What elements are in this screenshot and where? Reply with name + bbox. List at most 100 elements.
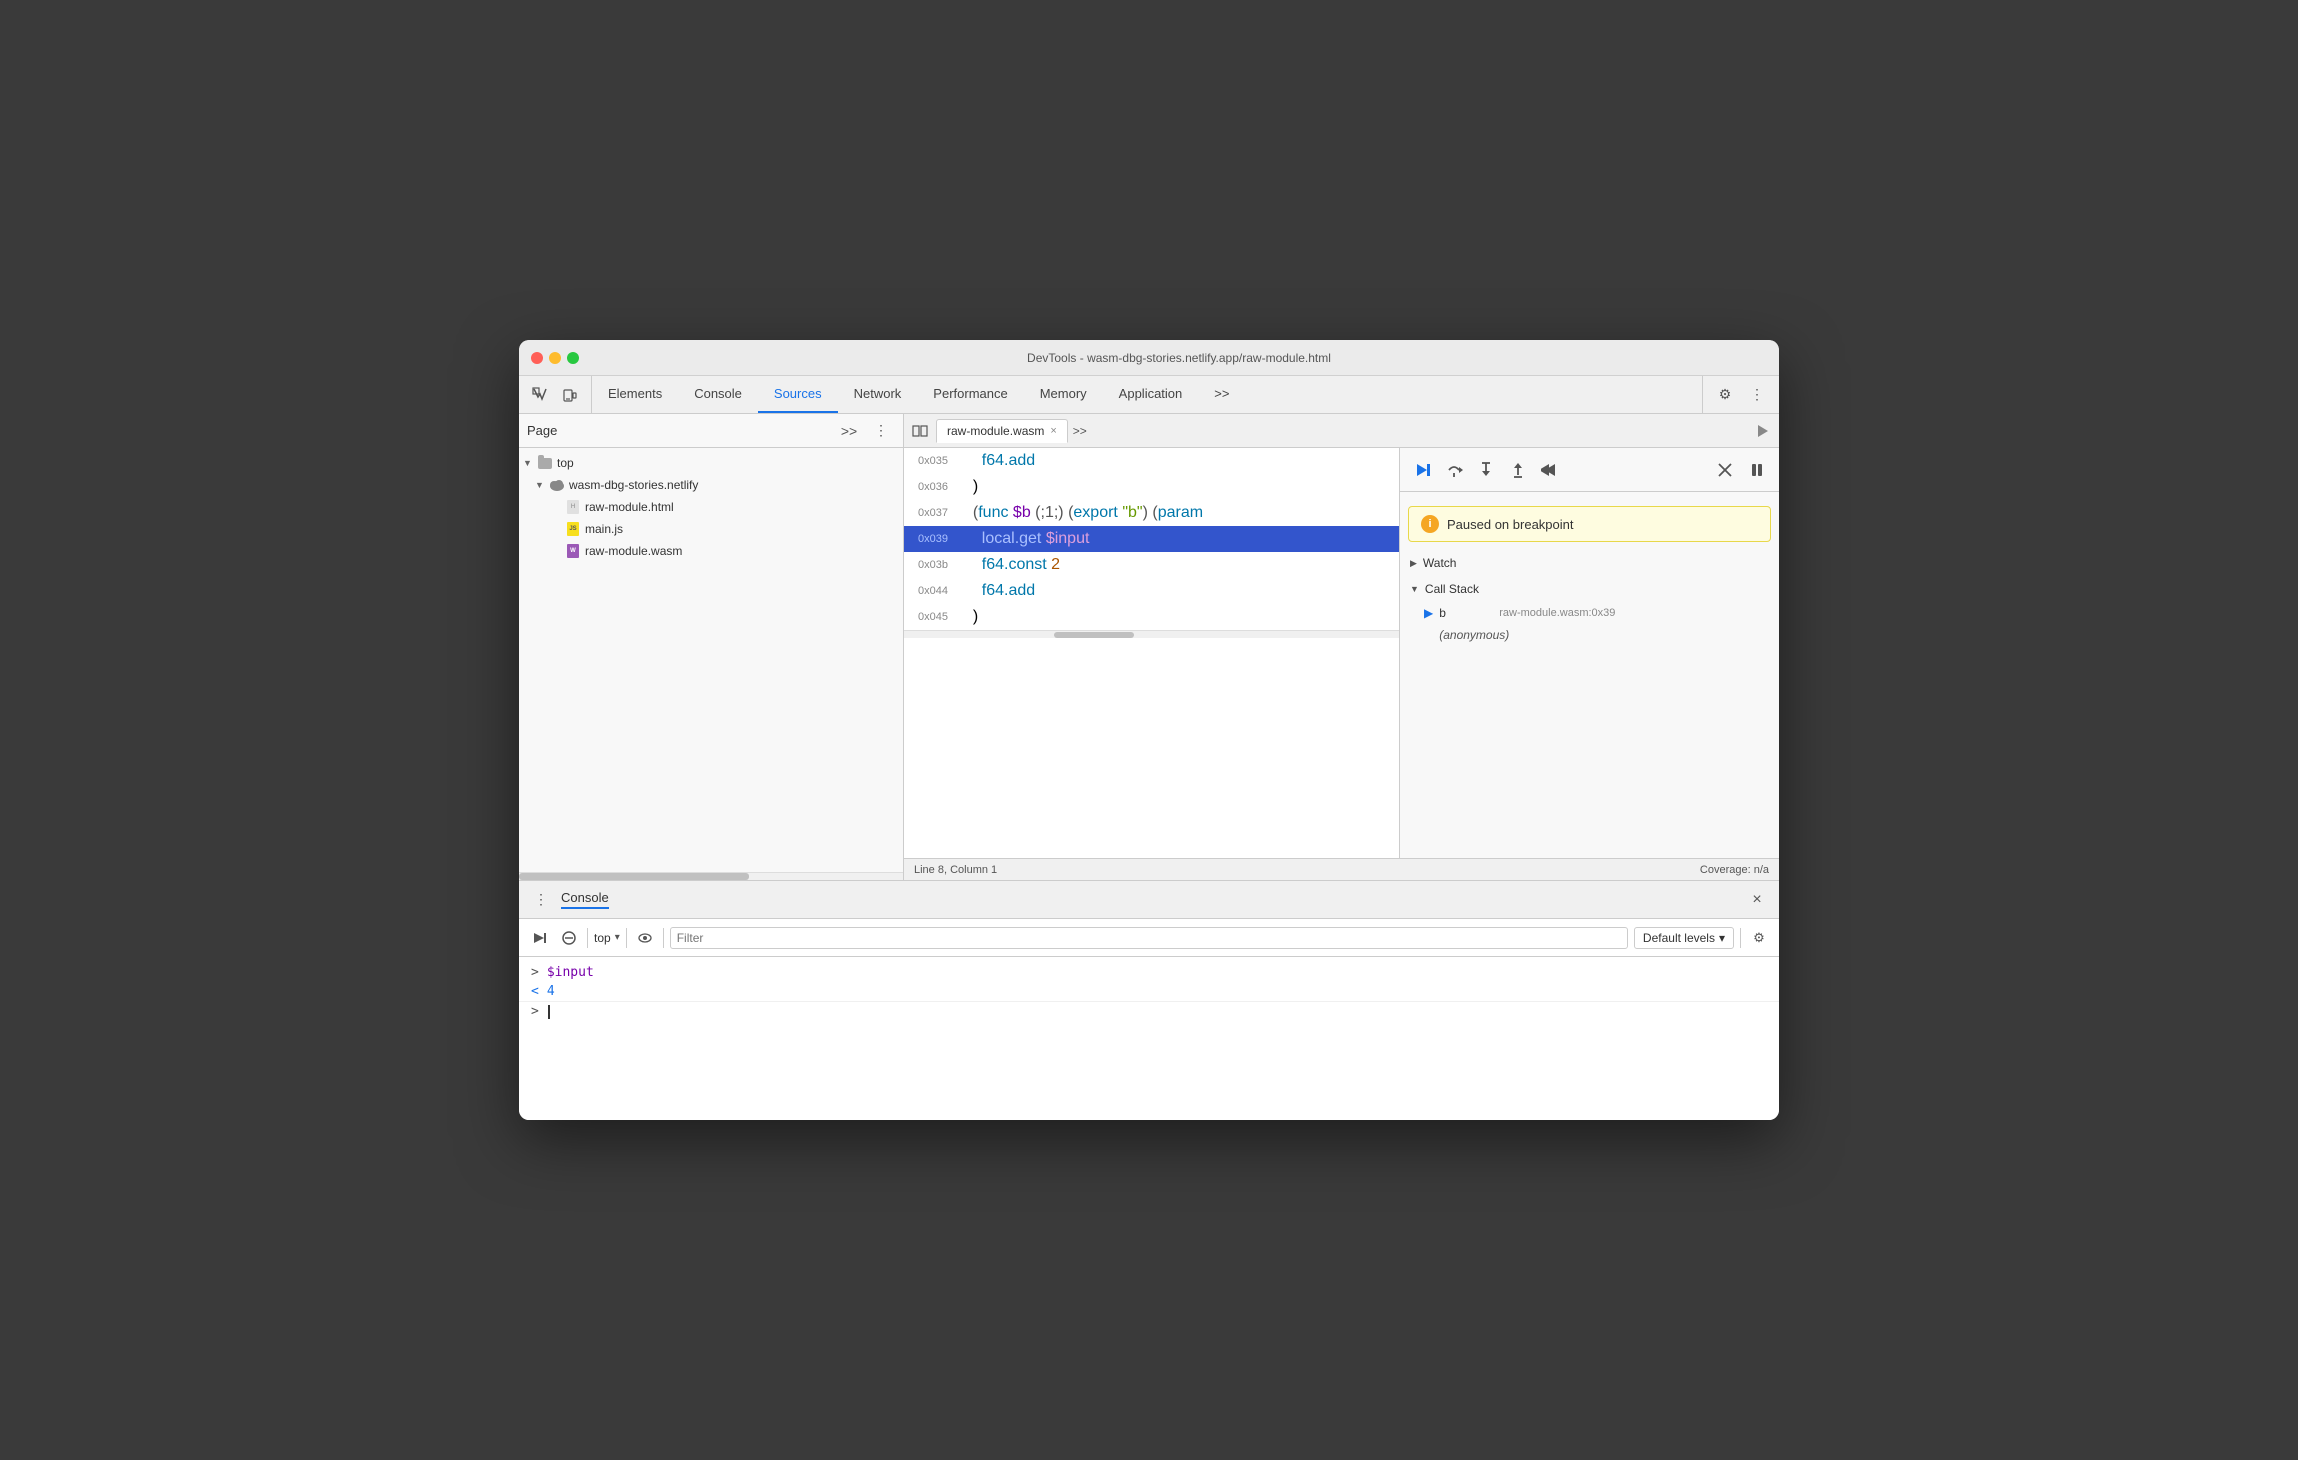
callstack-item-b[interactable]: ▶ b raw-module.wasm:0x39 — [1400, 602, 1779, 624]
tab-memory[interactable]: Memory — [1024, 376, 1103, 413]
console-eye-icon[interactable] — [633, 926, 657, 950]
step-back-button[interactable] — [1536, 456, 1564, 484]
watch-label: Watch — [1423, 556, 1457, 570]
debugger-toolbar — [1400, 448, 1779, 492]
sources-sidebar: Page >> ⋮ ▼ top — [519, 414, 904, 880]
editor-tab-close[interactable]: × — [1050, 425, 1056, 437]
traffic-lights — [531, 352, 579, 364]
console-prompt-right-1: > — [531, 965, 539, 980]
console-menu-icon[interactable]: ⋮ — [529, 888, 553, 912]
tab-sources[interactable]: Sources — [758, 376, 838, 413]
editor-scroll-thumb — [1054, 632, 1134, 638]
file-wasm-icon: W — [565, 543, 581, 559]
console-text-input: $input — [547, 965, 594, 980]
deactivate-breakpoints-button[interactable] — [1711, 456, 1739, 484]
editor-scrollbar-h[interactable] — [904, 630, 1399, 638]
cloud-icon — [549, 477, 565, 493]
console-separator-3 — [663, 928, 664, 948]
console-title: Console — [561, 890, 609, 909]
tab-console[interactable]: Console — [678, 376, 758, 413]
editor-tab-more[interactable]: >> — [1068, 419, 1092, 443]
tree-item-wasm[interactable]: ▶ W raw-module.wasm — [519, 540, 903, 562]
tree-label-html: raw-module.html — [585, 500, 674, 514]
tree-item-html[interactable]: ▶ H raw-module.html — [519, 496, 903, 518]
code-line-03b: 0x03b f64.const 2 — [904, 552, 1399, 578]
tree-item-domain[interactable]: ▼ wasm-dbg-stories.netlify — [519, 474, 903, 496]
console-settings-icon[interactable]: ⚙ — [1747, 926, 1771, 950]
code-content-035: f64.add — [956, 448, 1399, 474]
console-result-value: 4 — [547, 984, 555, 999]
sidebar-more-icon[interactable]: >> — [835, 417, 863, 445]
inspect-element-icon[interactable] — [527, 382, 553, 408]
console-content: > $input < 4 > — [519, 957, 1779, 1120]
tab-application[interactable]: Application — [1103, 376, 1199, 413]
code-addr-039: 0x039 — [904, 530, 956, 549]
console-clear-icon[interactable] — [557, 926, 581, 950]
step-out-button[interactable] — [1504, 456, 1532, 484]
tab-elements[interactable]: Elements — [592, 376, 678, 413]
callstack-arrow-icon: ▼ — [1410, 584, 1419, 594]
sidebar-menu-icon[interactable]: ⋮ — [867, 417, 895, 445]
editor-run-icon[interactable] — [1751, 419, 1775, 443]
more-options-icon[interactable]: ⋮ — [1743, 381, 1771, 409]
tab-network[interactable]: Network — [838, 376, 918, 413]
console-line-result: < 4 — [519, 982, 1779, 1001]
step-over-button[interactable] — [1440, 456, 1468, 484]
pause-exceptions-button[interactable] — [1743, 456, 1771, 484]
console-separator-2 — [626, 928, 627, 948]
editor-area: raw-module.wasm × >> — [904, 414, 1779, 880]
code-addr-03b: 0x03b — [904, 556, 956, 575]
callstack-section-header[interactable]: ▼ Call Stack — [1400, 576, 1779, 602]
code-content-044: f64.add — [956, 578, 1399, 604]
debugger-content: i Paused on breakpoint ▶ Watch — [1400, 492, 1779, 858]
console-levels-chevron: ▾ — [1719, 931, 1725, 945]
callstack-label: Call Stack — [1425, 582, 1479, 596]
tab-more[interactable]: >> — [1198, 376, 1245, 413]
settings-icon[interactable]: ⚙ — [1711, 381, 1739, 409]
tree-item-top[interactable]: ▼ top — [519, 452, 903, 474]
console-prompt-right-2: > — [531, 1004, 539, 1019]
sidebar-header-actions: >> ⋮ — [835, 417, 895, 445]
tab-performance[interactable]: Performance — [917, 376, 1023, 413]
step-into-button[interactable] — [1472, 456, 1500, 484]
tab-bar-left-actions — [519, 376, 592, 413]
devtools-window: DevTools - wasm-dbg-stories.netlify.app/… — [519, 340, 1779, 1120]
tree-label-wasm: raw-module.wasm — [585, 544, 682, 558]
console-filter-input[interactable] — [670, 927, 1628, 949]
console-context: top ▾ — [594, 931, 620, 945]
console-input-line[interactable]: > — [519, 1001, 1779, 1021]
notice-info-icon: i — [1421, 515, 1439, 533]
console-close-icon[interactable]: × — [1745, 888, 1769, 912]
code-line-044: 0x044 f64.add — [904, 578, 1399, 604]
console-run-icon[interactable] — [527, 926, 551, 950]
window-title: DevTools - wasm-dbg-stories.netlify.app/… — [591, 351, 1767, 365]
code-line-036: 0x036 ) — [904, 474, 1399, 500]
console-header: ⋮ Console × — [519, 881, 1779, 919]
code-addr-037: 0x037 — [904, 504, 956, 523]
minimize-button[interactable] — [549, 352, 561, 364]
editor-code[interactable]: 0x035 f64.add 0x036 ) 0x037 — [904, 448, 1399, 858]
tab-bar-right-actions: ⚙ ⋮ — [1702, 376, 1779, 413]
device-mode-icon[interactable] — [557, 382, 583, 408]
console-levels-label: Default levels — [1643, 931, 1715, 945]
tree-label-domain: wasm-dbg-stories.netlify — [569, 478, 698, 492]
editor-status-coverage: Coverage: n/a — [1700, 864, 1769, 876]
close-button[interactable] — [531, 352, 543, 364]
editor-status-bar: Line 8, Column 1 Coverage: n/a — [904, 858, 1779, 880]
code-line-037: 0x037 (func $b (;1;) (export "b") (param — [904, 500, 1399, 526]
file-js-icon: JS — [565, 521, 581, 537]
console-separator-1 — [587, 928, 588, 948]
code-addr-036: 0x036 — [904, 478, 956, 497]
editor-toggle-icon[interactable] — [908, 419, 932, 443]
callstack-item-anon[interactable]: ▶ (anonymous) — [1400, 624, 1779, 646]
resume-button[interactable] — [1408, 456, 1436, 484]
watch-section-header[interactable]: ▶ Watch — [1400, 550, 1779, 576]
sidebar-header: Page >> ⋮ — [519, 414, 903, 448]
tree-item-js[interactable]: ▶ JS main.js — [519, 518, 903, 540]
code-line-045: 0x045 ) — [904, 604, 1399, 630]
maximize-button[interactable] — [567, 352, 579, 364]
editor-tab-wasm[interactable]: raw-module.wasm × — [936, 419, 1068, 443]
console-levels-button[interactable]: Default levels ▾ — [1634, 927, 1734, 949]
title-bar: DevTools - wasm-dbg-stories.netlify.app/… — [519, 340, 1779, 376]
code-addr-045: 0x045 — [904, 608, 956, 627]
